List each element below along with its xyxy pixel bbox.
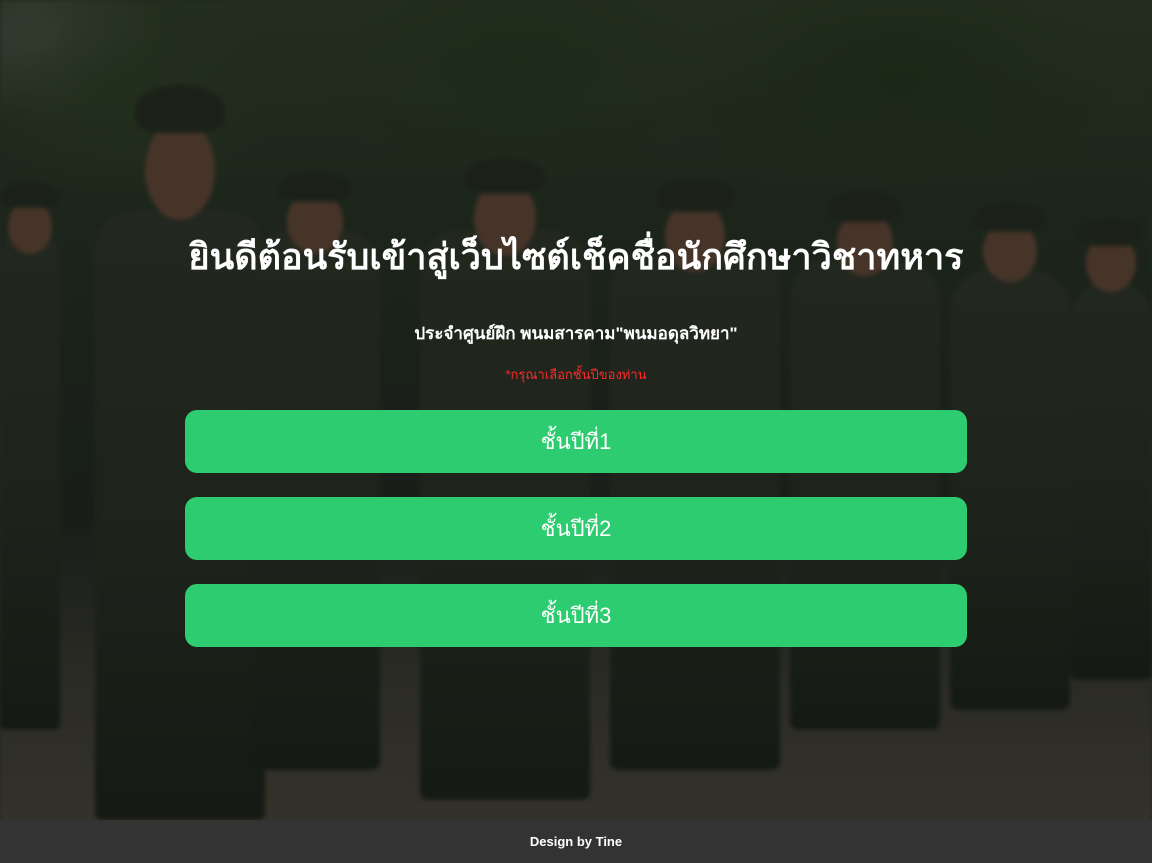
footer: Design by Tine [0,820,1152,863]
year-3-button[interactable]: ชั้นปีที่3 [185,584,967,647]
year-2-button[interactable]: ชั้นปีที่2 [185,497,967,560]
select-year-hint: *กรุณาเลือกชั้นปีของท่าน [505,367,647,382]
page-title: ยินดีต้อนรับเข้าสู่เว็บไซต์เช็คชื่อนักศึ… [188,236,964,277]
year-1-button[interactable]: ชั้นปีที่1 [185,410,967,473]
footer-credit: Design by Tine [529,834,623,849]
page: ยินดีต้อนรับเข้าสู่เว็บไซต์เช็คชื่อนักศึ… [0,0,1152,863]
page-subtitle: ประจำศูนย์ฝึก พนมสารคาม"พนมอดุลวิทยา" [414,324,738,343]
